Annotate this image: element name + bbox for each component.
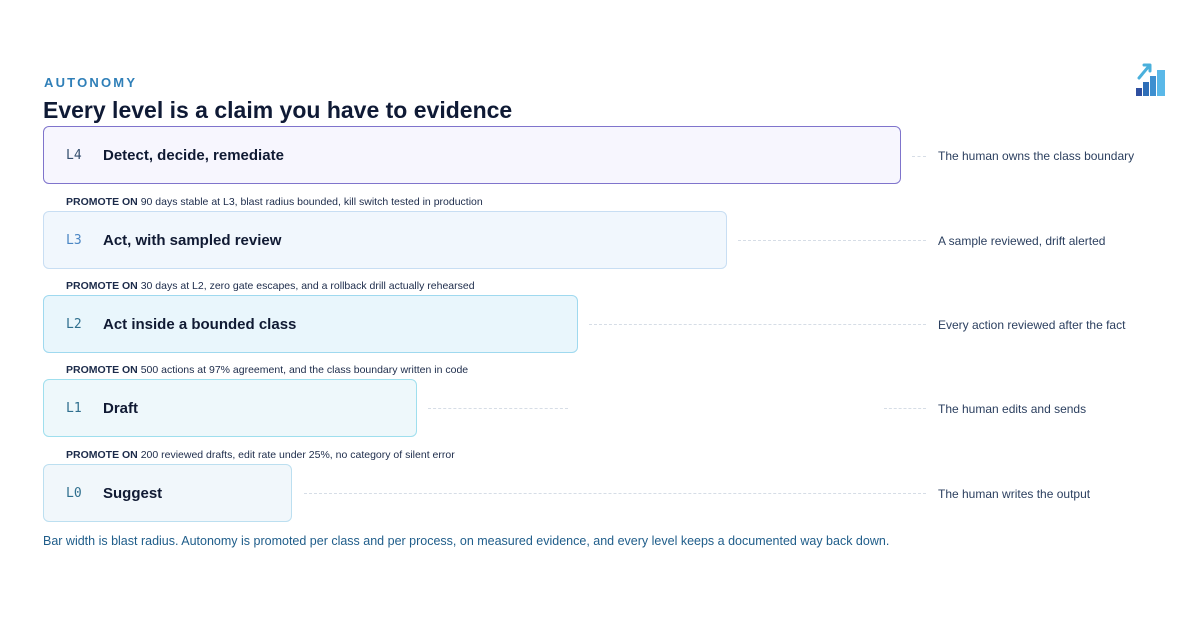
promotion-criteria: PROMOTE ON 200 reviewed drafts, edit rat… [66, 449, 455, 461]
level-code: L2 [66, 316, 82, 332]
leader-line [428, 408, 568, 409]
promotion-criteria: PROMOTE ON 30 days at L2, zero gate esca… [66, 280, 475, 292]
level-note: Every action reviewed after the fact [938, 318, 1126, 332]
promotion-text: 30 days at L2, zero gate escapes, and a … [140, 280, 475, 292]
promotion-criteria: PROMOTE ON 90 days stable at L3, blast r… [66, 196, 483, 208]
level-bar-l1: L1 Draft [43, 379, 417, 437]
promotion-text: 500 actions at 97% agreement, and the cl… [140, 364, 469, 376]
leader-line [589, 324, 926, 325]
promotion-label: PROMOTE ON [66, 280, 138, 292]
promotion-label: PROMOTE ON [66, 196, 138, 208]
level-bar-l0: L0 Suggest [43, 464, 292, 522]
leader-line [912, 156, 926, 157]
level-name: Suggest [103, 484, 163, 502]
level-code: L4 [66, 147, 82, 163]
level-name: Act, with sampled review [103, 231, 282, 249]
promotion-label: PROMOTE ON [66, 364, 138, 376]
level-bar-l3: L3 Act, with sampled review [43, 211, 727, 269]
level-note: The human writes the output [938, 487, 1091, 501]
level-note: The human owns the class boundary [938, 149, 1135, 163]
level-name: Draft [103, 399, 139, 417]
level-note: The human edits and sends [938, 402, 1087, 416]
level-note: A sample reviewed, drift alerted [938, 234, 1106, 248]
leader-line [304, 493, 926, 494]
promotion-criteria: PROMOTE ON 500 actions at 97% agreement,… [66, 364, 468, 376]
level-code: L0 [66, 485, 82, 501]
level-bar-l2: L2 Act inside a bounded class [43, 295, 578, 353]
leader-line [884, 408, 926, 409]
level-code: L1 [66, 400, 82, 416]
level-name: Detect, decide, remediate [103, 146, 284, 164]
level-code: L3 [66, 232, 82, 248]
level-name: Act inside a bounded class [103, 315, 297, 333]
level-bar-l4: L4 Detect, decide, remediate [43, 126, 901, 184]
promotion-text: 90 days stable at L3, blast radius bound… [140, 196, 483, 208]
leader-line [738, 240, 926, 241]
promotion-text: 200 reviewed drafts, edit rate under 25%… [140, 449, 455, 461]
promotion-label: PROMOTE ON [66, 449, 138, 461]
diagram-caption: Bar width is blast radius. Autonomy is p… [43, 534, 890, 548]
